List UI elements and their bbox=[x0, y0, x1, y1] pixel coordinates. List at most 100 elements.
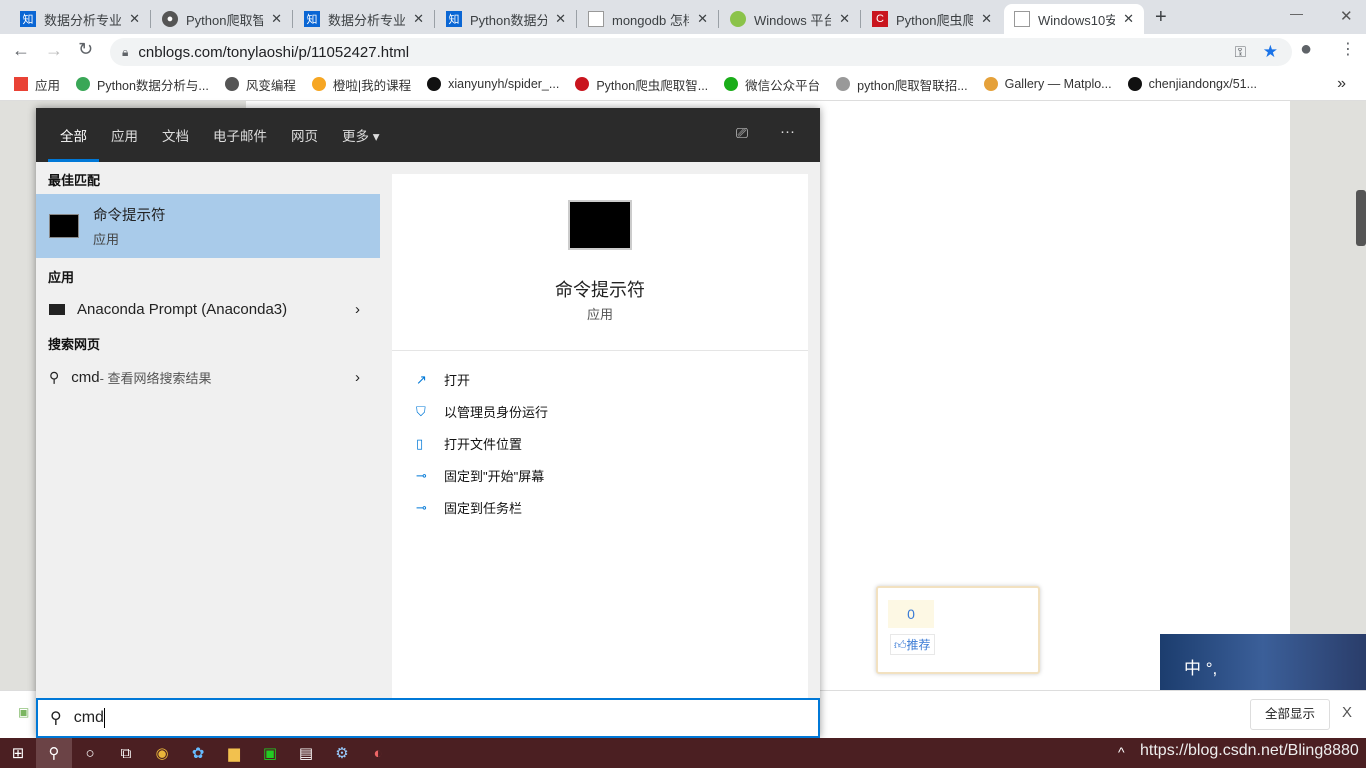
bookmark-favicon bbox=[311, 77, 326, 91]
cortana-icon[interactable]: ○ bbox=[72, 738, 108, 768]
tab-title: Windows10安 bbox=[1038, 12, 1116, 28]
action-item[interactable]: ▯ 打开文件位置 bbox=[416, 434, 522, 453]
close-download-bar-button[interactable]: X bbox=[1342, 704, 1352, 721]
bookmark-star-icon[interactable]: ★ bbox=[1263, 42, 1278, 62]
action-label: 打开 bbox=[444, 373, 471, 388]
recommend-button[interactable]: 👍︎推荐 bbox=[890, 634, 935, 655]
tab[interactable]: Windows 平台 ✕ bbox=[720, 4, 860, 34]
best-match-item[interactable]: 命令提示符 应用 bbox=[36, 194, 380, 258]
tab[interactable]: 知 Python数据分析 ✕ bbox=[436, 4, 576, 34]
filter-tab[interactable]: 网页 bbox=[279, 108, 330, 162]
file-explorer-icon[interactable]: ▆ bbox=[216, 738, 252, 768]
filter-tab[interactable]: 全部 bbox=[48, 108, 99, 162]
filter-tab[interactable]: 电子邮件 bbox=[201, 108, 279, 162]
new-tab-button[interactable]: + bbox=[1155, 6, 1167, 29]
more-bookmarks-button[interactable]: » bbox=[1337, 75, 1346, 93]
close-tab-icon[interactable]: ✕ bbox=[697, 11, 708, 27]
settings-icon[interactable]: ⚙ bbox=[324, 738, 360, 768]
bookmark-label: 风变编程 bbox=[245, 78, 296, 93]
bookmark-label: Gallery — Matplo... bbox=[1004, 77, 1112, 91]
web-search-item[interactable]: ⚲ cmd - 查看网络搜索结果 › bbox=[36, 362, 380, 392]
globe-icon: ● bbox=[162, 11, 178, 27]
tray-chevron-icon[interactable]: ^ bbox=[1118, 744, 1125, 760]
bookmark-item[interactable]: Gallery — Matplo... bbox=[983, 77, 1112, 91]
profile-icon[interactable]: ● bbox=[1300, 38, 1312, 61]
bookmarks-bar: 应用 Python数据分析与... 风变编程 橙啦|我的课程 xianyunyh/spi… bbox=[0, 68, 1366, 101]
tab[interactable]: Windows10安 ✕ bbox=[1004, 4, 1144, 34]
action-item[interactable]: ⊸ 固定到任务栏 bbox=[416, 498, 522, 517]
tab[interactable]: 知数据分析专业课 ✕ bbox=[294, 4, 434, 34]
cmd-taskbar-icon[interactable]: ▤ bbox=[288, 738, 324, 768]
tab-separator bbox=[292, 10, 293, 28]
bookmark-item[interactable]: xianyunyh/spider_... bbox=[427, 77, 559, 91]
tab-title: Windows 平台 bbox=[754, 12, 832, 28]
search-input[interactable]: cmd bbox=[74, 709, 104, 727]
action-item[interactable]: ↗ 打开 bbox=[416, 370, 470, 389]
bookmark-label: python爬取智联招... bbox=[857, 78, 968, 93]
close-tab-icon[interactable]: ✕ bbox=[413, 11, 424, 27]
feedback-icon[interactable]: ⎚ bbox=[736, 125, 748, 142]
bookmark-item[interactable]: chenjiandongx/51... bbox=[1127, 77, 1257, 91]
bookmark-item[interactable]: 微信公众平台 bbox=[724, 75, 820, 94]
menu-button[interactable]: ⋮ bbox=[1340, 39, 1356, 59]
back-button[interactable]: ← bbox=[12, 40, 30, 61]
tab-separator bbox=[718, 10, 719, 28]
app-item[interactable]: Anaconda Prompt (Anaconda3) › bbox=[36, 294, 380, 324]
windows-start-icon[interactable]: ⊞ bbox=[0, 738, 36, 768]
bookmark-item[interactable]: Python爬虫爬取智... bbox=[575, 75, 708, 94]
filter-tab[interactable]: 应用 bbox=[99, 108, 150, 162]
terminal-icon bbox=[49, 303, 65, 315]
pin-icon: ⊸ bbox=[416, 499, 427, 515]
close-tab-icon[interactable]: ✕ bbox=[129, 11, 140, 27]
action-item[interactable]: ⊸ 固定到"开始"屏幕 bbox=[416, 466, 544, 485]
tab-title: 数据分析专业课 bbox=[44, 12, 122, 28]
bookmark-item[interactable]: 应用 bbox=[14, 75, 60, 94]
recommend-count: 0 bbox=[888, 600, 934, 628]
bookmark-favicon bbox=[836, 77, 851, 91]
close-window-button[interactable]: ✕ bbox=[1340, 7, 1353, 25]
chevron-right-icon[interactable]: › bbox=[355, 369, 360, 386]
bookmark-item[interactable]: python爬取智联招... bbox=[836, 75, 968, 94]
png-file-icon: ▣ bbox=[18, 705, 30, 719]
task-view-icon[interactable]: ⧉ bbox=[108, 738, 144, 768]
bookmark-item[interactable]: 橙啦|我的课程 bbox=[311, 75, 411, 94]
tab-separator bbox=[576, 10, 577, 28]
close-tab-icon[interactable]: ✕ bbox=[271, 11, 282, 27]
forward-button[interactable]: → bbox=[45, 40, 63, 61]
action-item[interactable]: ⛉ 以管理员身份运行 bbox=[416, 402, 548, 421]
admin-shield-icon: ⛉ bbox=[416, 403, 426, 419]
more-options-icon[interactable]: ··· bbox=[780, 123, 795, 140]
scrollbar-thumb[interactable] bbox=[1356, 190, 1366, 246]
show-all-button[interactable]: 全部显示 bbox=[1250, 699, 1330, 730]
close-tab-icon[interactable]: ✕ bbox=[981, 11, 992, 27]
bookmark-favicon bbox=[427, 77, 442, 91]
reload-button[interactable]: ↻ bbox=[78, 39, 93, 60]
close-tab-icon[interactable]: ✕ bbox=[555, 11, 566, 27]
chevron-right-icon[interactable]: › bbox=[355, 301, 360, 318]
search-taskbar-icon[interactable]: ⚲ bbox=[36, 738, 72, 768]
close-tab-icon[interactable]: ✕ bbox=[839, 11, 850, 27]
tab[interactable]: ● Python爬取智联 ✕ bbox=[152, 4, 292, 34]
bookmark-item[interactable]: 风变编程 bbox=[224, 75, 296, 94]
tab[interactable]: mongodb 怎样 ✕ bbox=[578, 4, 718, 34]
restore-button[interactable] bbox=[1292, 6, 1339, 22]
key-icon[interactable]: ⚿ bbox=[1235, 44, 1246, 61]
close-tab-icon[interactable]: ✕ bbox=[1123, 11, 1134, 27]
bookmark-item[interactable]: Python数据分析与... bbox=[76, 75, 209, 94]
search-box[interactable]: ⚲ cmd bbox=[36, 698, 820, 738]
tab[interactable]: C Python爬虫爬 ✕ bbox=[862, 4, 1002, 34]
filter-tab[interactable]: 文档 bbox=[150, 108, 201, 162]
pycharm-icon[interactable]: ▣ bbox=[252, 738, 288, 768]
detail-pane: 命令提示符 应用 ↗ 打开 ⛉ 以管理员身份运行 ▯ 打开文件位置 ⊸ 固定到"开始"屏幕 ⊸ 固… bbox=[392, 174, 808, 704]
app-icon[interactable]: ◐ bbox=[360, 738, 396, 768]
lock-icon: 🔒︎ bbox=[122, 44, 129, 59]
zhihu-icon: 知 bbox=[446, 11, 462, 27]
android-icon bbox=[730, 11, 746, 27]
address-bar[interactable]: 🔒︎ cnblogs.com/tonylaoshi/p/11052427.htm… bbox=[110, 38, 1292, 66]
tab[interactable]: 知数据分析专业课 ✕ bbox=[10, 4, 150, 34]
app-icon[interactable]: ✿ bbox=[180, 738, 216, 768]
ime-toolbar[interactable]: 中 °, bbox=[1160, 634, 1366, 690]
apps-header: 应用 bbox=[48, 270, 75, 285]
filter-tab[interactable]: 更多 ▾ bbox=[330, 108, 392, 162]
chrome-icon[interactable]: ◉ bbox=[144, 738, 180, 768]
